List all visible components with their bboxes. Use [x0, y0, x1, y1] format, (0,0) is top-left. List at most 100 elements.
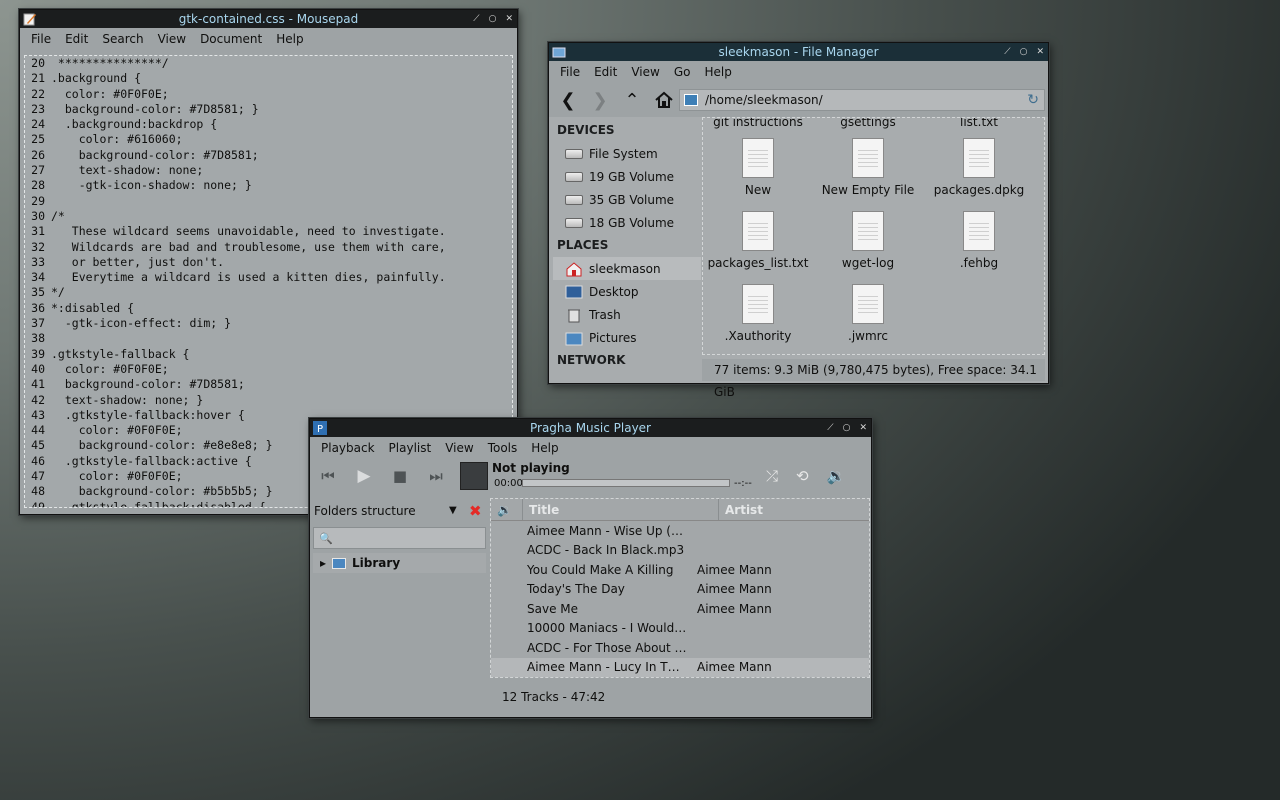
close-icon[interactable]: ✕	[859, 419, 867, 437]
line-number: 46	[31, 453, 45, 468]
dropdown-arrow-icon[interactable]: ▼	[449, 505, 457, 516]
shuffle-icon[interactable]: ⤮	[766, 467, 778, 485]
sidebar-item-home[interactable]: sleekmason	[553, 257, 701, 280]
network-heading: NETWORK	[557, 353, 626, 367]
track-row[interactable]: ACDC - For Those About To Rock…	[491, 638, 869, 658]
track-row[interactable]: Aimee Mann - Lucy In The Sky W… Aimee Man…	[491, 657, 869, 677]
track-row[interactable]: 10000 Maniacs - I Would Walk 50…	[491, 619, 869, 639]
maximize-icon[interactable]: ○	[1020, 43, 1028, 61]
menu-file[interactable]: File	[24, 28, 58, 50]
menu-file[interactable]: File	[553, 61, 587, 83]
back-arrow-icon[interactable]: ❮	[557, 89, 579, 111]
code-text: color: #0F0F0E;	[51, 86, 169, 101]
line-number: 42	[31, 392, 45, 407]
fm-statusbar: 77 items: 9.3 MiB (9,780,475 bytes), Fre…	[702, 359, 1045, 399]
location-bar[interactable]: /home/sleekmason/ ↻	[679, 89, 1045, 111]
fm-titlebar[interactable]: sleekmason - File Manager ⟋ ○ ✕	[549, 43, 1048, 61]
library-tree-item[interactable]: ▸ Library	[313, 553, 486, 573]
forward-arrow-icon[interactable]: ❯	[589, 89, 611, 111]
pragha-titlebar[interactable]: P Pragha Music Player ⟋ ○ ✕	[310, 419, 871, 437]
reload-icon[interactable]: ↻	[1027, 92, 1039, 108]
code-line: 20 ***************/	[25, 56, 512, 71]
pragha-app-icon: P	[313, 421, 327, 435]
track-row[interactable]: Save Me Aimee Mann	[491, 599, 869, 619]
minimize-icon[interactable]: ⟋	[473, 10, 479, 28]
sidebar-item-18gb-volume[interactable]: 18 GB Volume	[553, 211, 701, 234]
track-row[interactable]: ACDC - Back In Black.mp3	[491, 541, 869, 561]
menu-edit[interactable]: Edit	[587, 61, 624, 83]
menu-help[interactable]: Help	[697, 61, 738, 83]
expander-arrow-icon[interactable]: ▸	[320, 556, 326, 570]
tracks-status: 12 Tracks - 47:42	[502, 690, 606, 704]
playlist[interactable]: 🔉 Title Artist Aimee Mann - Wise Up (Mag…	[490, 498, 870, 678]
line-number: 21	[31, 71, 45, 86]
file-manager-window: sleekmason - File Manager ⟋ ○ ✕ File Edit …	[548, 42, 1049, 399]
code-line: 37 -gtk-icon-effect: dim; }	[25, 316, 512, 331]
menu-help[interactable]: Help	[269, 28, 310, 50]
file-item-partial[interactable]: git instructions	[703, 118, 813, 129]
volume-icon[interactable]: 🔉	[827, 467, 846, 485]
file-item[interactable]: packages_list.txt	[703, 211, 813, 270]
repeat-icon[interactable]: ⟲	[796, 467, 809, 485]
track-row[interactable]: Aimee Mann - Wise Up (Magnolia …	[491, 521, 869, 541]
menu-document[interactable]: Document	[193, 28, 269, 50]
sidebar-item-pictures[interactable]: Pictures	[553, 326, 701, 349]
menu-go[interactable]: Go	[667, 61, 698, 83]
file-item[interactable]: New Empty File	[813, 138, 923, 197]
close-pane-icon[interactable]: ✖	[469, 502, 482, 520]
menu-view[interactable]: View	[151, 28, 193, 50]
file-item[interactable]: packages.dpkg	[924, 138, 1034, 197]
home-icon[interactable]	[653, 89, 675, 111]
column-title[interactable]: Title	[523, 499, 719, 520]
track-artist: Aimee Mann	[697, 582, 772, 597]
play-icon[interactable]: ▶	[346, 466, 382, 486]
code-line: 23 background-color: #7D8581; }	[25, 102, 512, 117]
column-artist[interactable]: Artist	[719, 499, 869, 520]
library-search-input[interactable]: 🔍	[313, 527, 486, 549]
file-item[interactable]: wget-log	[813, 211, 923, 270]
next-track-icon[interactable]: ⏭	[418, 467, 454, 485]
maximize-icon[interactable]: ○	[489, 10, 497, 28]
sidebar-item-19gb-volume[interactable]: 19 GB Volume	[553, 165, 701, 188]
track-row[interactable]: You Could Make A Killing Aimee Mann	[491, 560, 869, 580]
previous-track-icon[interactable]: ⏮	[310, 467, 346, 485]
seek-bar[interactable]	[522, 479, 730, 487]
code-text: or better, just don't.	[51, 254, 225, 269]
menu-edit[interactable]: Edit	[58, 28, 95, 50]
close-icon[interactable]: ✕	[1036, 43, 1044, 61]
file-item-partial[interactable]: list.txt	[924, 118, 1034, 129]
file-label: packages_list.txt	[707, 256, 809, 270]
menu-playlist[interactable]: Playlist	[382, 437, 439, 459]
menu-tools[interactable]: Tools	[481, 437, 525, 459]
file-view[interactable]: git instructions gsettings list.txt New N…	[702, 117, 1045, 355]
file-label: New	[744, 183, 772, 197]
minimize-icon[interactable]: ⟋	[827, 419, 833, 437]
line-number: 35	[31, 285, 45, 300]
menu-playback[interactable]: Playback	[314, 437, 382, 459]
menu-view[interactable]: View	[624, 61, 666, 83]
sidebar-item-file-system[interactable]: File System	[553, 142, 701, 165]
close-icon[interactable]: ✕	[505, 10, 513, 28]
file-item[interactable]: .fehbg	[924, 211, 1034, 270]
menu-help[interactable]: Help	[524, 437, 565, 459]
track-row[interactable]: Today's The Day Aimee Mann	[491, 580, 869, 600]
volume-column-icon[interactable]: 🔉	[491, 499, 523, 520]
minimize-icon[interactable]: ⟋	[1004, 43, 1010, 61]
file-item-partial[interactable]: gsettings	[813, 118, 923, 129]
line-number: 31	[31, 224, 45, 239]
file-item[interactable]: New	[703, 138, 813, 197]
menu-search[interactable]: Search	[95, 28, 150, 50]
sidebar-item-trash[interactable]: Trash	[553, 303, 701, 326]
menu-view[interactable]: View	[438, 437, 480, 459]
sidebar-item-35gb-volume[interactable]: 35 GB Volume	[553, 188, 701, 211]
up-arrow-icon[interactable]: ⌃	[621, 89, 643, 111]
stop-icon[interactable]: ■	[382, 467, 418, 485]
mousepad-titlebar[interactable]: gtk-contained.css - Mousepad ⟋ ○ ✕	[20, 10, 517, 28]
sidebar-item-desktop[interactable]: Desktop	[553, 280, 701, 303]
track-title: Save Me	[527, 601, 579, 616]
file-item[interactable]: .jwmrc	[813, 284, 923, 343]
library-view-selector[interactable]: Folders structure ▼ ✖	[311, 499, 488, 523]
home-folder-icon	[566, 261, 582, 276]
maximize-icon[interactable]: ○	[843, 419, 851, 437]
file-item[interactable]: .Xauthority	[703, 284, 813, 343]
